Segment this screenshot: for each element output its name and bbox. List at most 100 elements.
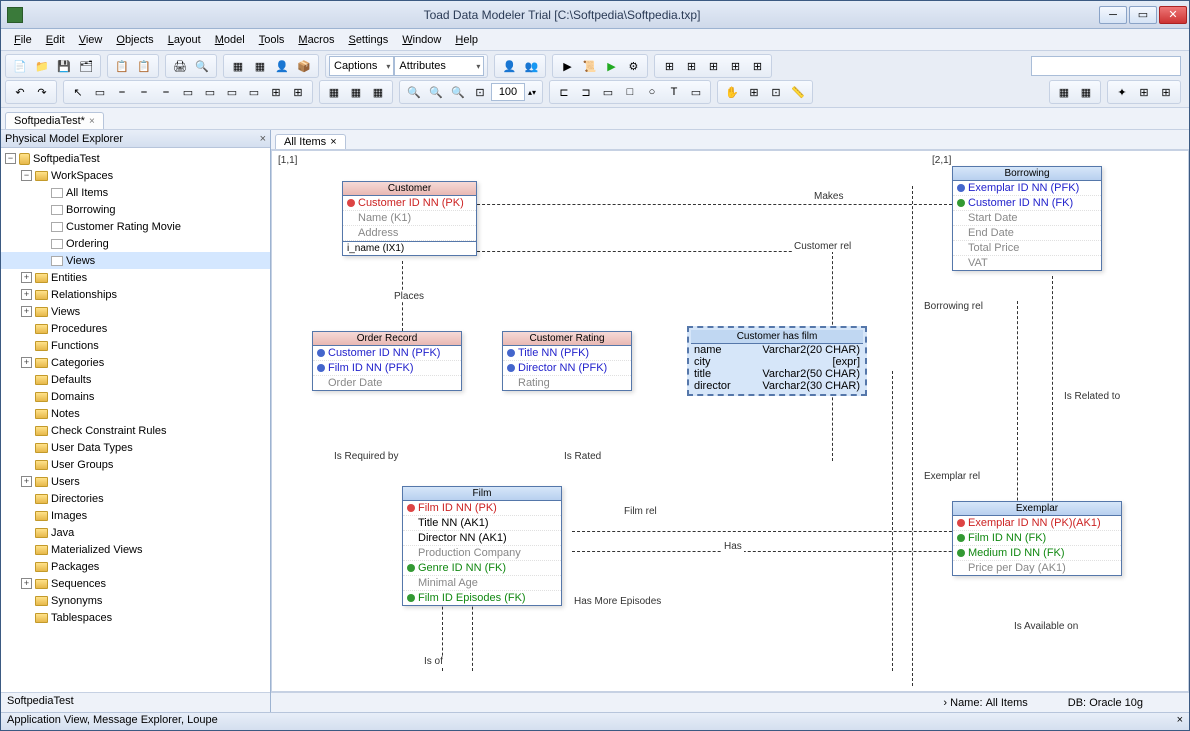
expander-icon[interactable] (21, 527, 32, 538)
expander-icon[interactable]: + (21, 306, 32, 317)
menu-layout[interactable]: Layout (161, 32, 208, 48)
print-button[interactable]: 🖨 (170, 56, 190, 76)
rel-e-button[interactable]: ▭ (200, 82, 220, 102)
menu-objects[interactable]: Objects (109, 32, 160, 48)
tree-node[interactable]: Java (1, 524, 270, 541)
align-b-button[interactable]: ⊐ (576, 82, 596, 102)
entity-attribute[interactable]: Name (K1) (343, 211, 476, 226)
expander-icon[interactable] (21, 442, 32, 453)
rel-c-button[interactable]: ⎯ (156, 82, 176, 102)
entity-attribute[interactable]: Exemplar ID NN (PFK) (953, 181, 1101, 196)
tree-node[interactable]: Ordering (1, 235, 270, 252)
expander-icon[interactable] (21, 544, 32, 555)
rel-a-button[interactable]: ⎯ (112, 82, 132, 102)
script-button[interactable]: 📜 (579, 56, 599, 76)
entity-attribute[interactable]: Medium ID NN (FK) (953, 546, 1121, 561)
zoom-out-button[interactable]: 🔍 (426, 82, 446, 102)
opt-d-button[interactable]: ⊞ (1134, 82, 1154, 102)
expander-icon[interactable] (37, 221, 48, 232)
tree-node[interactable]: Views (1, 252, 270, 269)
view-column[interactable]: nameVarchar2(20 CHAR) (691, 344, 863, 356)
expander-icon[interactable]: − (21, 170, 32, 181)
view-column[interactable]: titleVarchar2(50 CHAR) (691, 368, 863, 380)
entity-exemplar[interactable]: ExemplarExemplar ID NN (PK)(AK1)Film ID … (952, 501, 1122, 576)
diagram-d-button[interactable]: ⊞ (725, 56, 745, 76)
opt-a-button[interactable]: ▦ (1054, 82, 1074, 102)
tree-node[interactable]: −SoftpediaTest (1, 150, 270, 167)
tool-a-button[interactable]: ▦ (228, 56, 248, 76)
canvas-tab[interactable]: All Items × (275, 134, 346, 149)
view-customer-has-film[interactable]: Customer has filmnameVarchar2(20 CHAR)ci… (687, 326, 867, 396)
menu-macros[interactable]: Macros (291, 32, 341, 48)
user-button[interactable]: 👤 (499, 56, 519, 76)
zoom-fit-button[interactable]: 🔍 (448, 82, 468, 102)
ruler-button[interactable]: 📏 (788, 82, 808, 102)
entity-attribute[interactable]: Customer ID NN (PFK) (313, 346, 461, 361)
layer-c-button[interactable]: ▦ (368, 82, 388, 102)
zoom-sel-button[interactable]: ⊡ (470, 82, 490, 102)
file-tab-close-icon[interactable]: × (89, 116, 95, 127)
entity-attribute[interactable]: End Date (953, 226, 1101, 241)
save-button[interactable]: 💾 (54, 56, 74, 76)
zoom-input[interactable] (491, 83, 525, 101)
shape-circle-button[interactable]: ○ (642, 82, 662, 102)
paste-button[interactable]: 📋 (134, 56, 154, 76)
entity-film[interactable]: FilmFilm ID NN (PK)Title NN (AK1)Directo… (402, 486, 562, 606)
expander-icon[interactable] (21, 612, 32, 623)
rel-b-button[interactable]: ⎯ (134, 82, 154, 102)
rel-f-button[interactable]: ▭ (222, 82, 242, 102)
rel-d-button[interactable]: ▭ (178, 82, 198, 102)
entity-attribute[interactable]: Exemplar ID NN (PK)(AK1) (953, 516, 1121, 531)
entity-customer-rating[interactable]: Customer RatingTitle NN (PFK)Director NN… (502, 331, 632, 391)
entity-attribute[interactable]: Title NN (PFK) (503, 346, 631, 361)
minimize-button[interactable]: ─ (1099, 6, 1127, 24)
pan-button[interactable]: ✋ (722, 82, 742, 102)
menu-settings[interactable]: Settings (341, 32, 395, 48)
opt-c-button[interactable]: ✦ (1112, 82, 1132, 102)
expander-icon[interactable] (21, 408, 32, 419)
explorer-close-icon[interactable]: × (260, 133, 266, 145)
pointer-button[interactable]: ↖ (68, 82, 88, 102)
maximize-button[interactable]: ▭ (1129, 6, 1157, 24)
view-column[interactable]: directorVarchar2(30 CHAR) (691, 380, 863, 392)
expander-icon[interactable] (21, 374, 32, 385)
undo-button[interactable]: ↶ (10, 82, 30, 102)
entity-attribute[interactable]: Rating (503, 376, 631, 390)
text-button[interactable]: T (664, 82, 684, 102)
bottom-panel-close-icon[interactable]: × (1177, 714, 1183, 729)
entity-attribute[interactable]: Genre ID NN (FK) (403, 561, 561, 576)
tree-node[interactable]: Materialized Views (1, 541, 270, 558)
entity-attribute[interactable]: Title NN (AK1) (403, 516, 561, 531)
tree-node[interactable]: Directories (1, 490, 270, 507)
expander-icon[interactable] (21, 595, 32, 606)
diagram-canvas[interactable]: [1,1] [2,1] Makes Customer rel Places (271, 150, 1189, 692)
new-button[interactable]: 📄 (10, 56, 30, 76)
entity-attribute[interactable]: Director NN (AK1) (403, 531, 561, 546)
tree-node[interactable]: Tablespaces (1, 609, 270, 626)
diagram-a-button[interactable]: ⊞ (659, 56, 679, 76)
tree-node[interactable]: Domains (1, 388, 270, 405)
tool-d-button[interactable]: 📦 (294, 56, 314, 76)
shape-square-button[interactable]: □ (620, 82, 640, 102)
explorer-tree[interactable]: −SoftpediaTest−WorkSpacesAll ItemsBorrow… (1, 148, 270, 692)
preview-button[interactable]: 🔍 (192, 56, 212, 76)
menu-edit[interactable]: Edit (39, 32, 72, 48)
menu-help[interactable]: Help (448, 32, 485, 48)
rel-g-button[interactable]: ▭ (244, 82, 264, 102)
expander-icon[interactable]: + (21, 272, 32, 283)
expander-icon[interactable] (37, 187, 48, 198)
tool-b-button[interactable]: ▦ (250, 56, 270, 76)
entity-attribute[interactable]: Order Date (313, 376, 461, 390)
tree-node[interactable]: Check Constraint Rules (1, 422, 270, 439)
view-column[interactable]: city[expr] (691, 356, 863, 368)
copy-button[interactable]: 📋 (112, 56, 132, 76)
layer-a-button[interactable]: ▦ (324, 82, 344, 102)
expander-icon[interactable] (21, 510, 32, 521)
snap-button[interactable]: ⊡ (766, 82, 786, 102)
align-a-button[interactable]: ⊏ (554, 82, 574, 102)
entity-attribute[interactable]: Total Price (953, 241, 1101, 256)
entity-attribute[interactable]: VAT (953, 256, 1101, 270)
expander-icon[interactable] (21, 561, 32, 572)
layer-b-button[interactable]: ▦ (346, 82, 366, 102)
entity-attribute[interactable]: Film ID NN (PK) (403, 501, 561, 516)
